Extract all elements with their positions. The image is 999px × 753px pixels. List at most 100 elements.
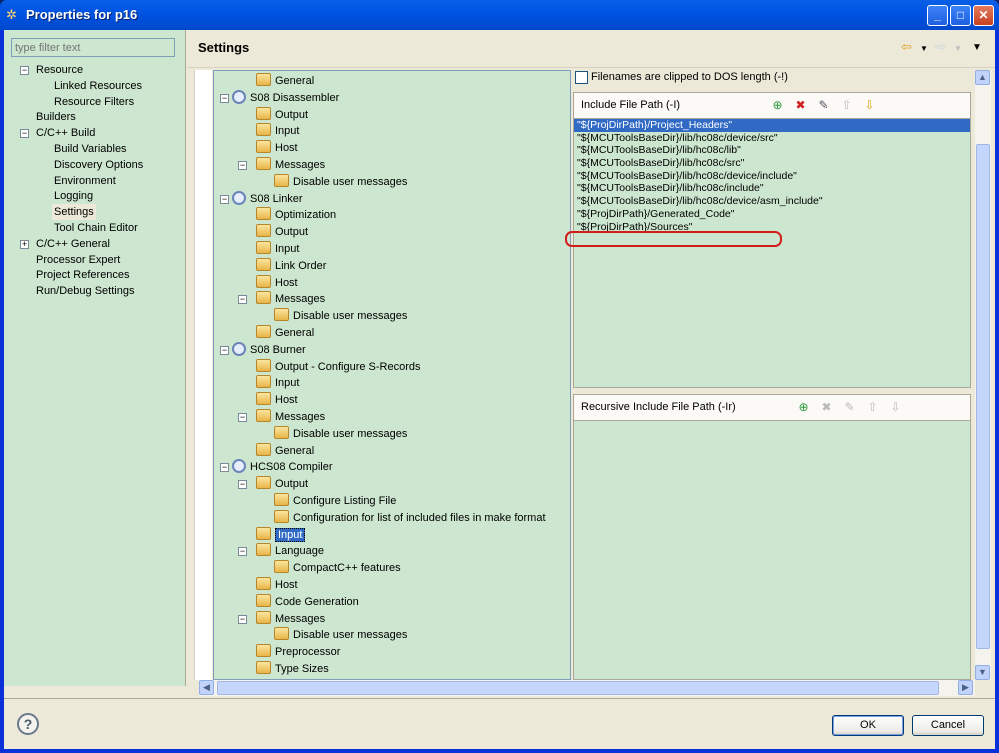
expander-icon[interactable]: − bbox=[238, 295, 247, 305]
tool-tree-item[interactable]: Configure Listing File bbox=[274, 493, 396, 509]
tree-item[interactable]: Environment bbox=[52, 173, 118, 189]
expander-icon[interactable]: − bbox=[238, 614, 247, 624]
tool-tree-item[interactable]: Disable user messages bbox=[274, 173, 407, 190]
move-down-icon[interactable]: ⇩ bbox=[888, 400, 903, 415]
tool-tree-item[interactable]: Language bbox=[256, 543, 324, 559]
tree-item[interactable]: Processor Expert bbox=[34, 252, 122, 268]
back-menu-icon[interactable]: ▼ bbox=[920, 44, 928, 53]
move-down-icon[interactable]: ⇩ bbox=[862, 98, 877, 113]
tool-tree-item[interactable]: Input bbox=[256, 375, 299, 391]
tool-tree-item[interactable]: Messages bbox=[256, 610, 325, 627]
move-up-icon[interactable]: ⇧ bbox=[839, 98, 854, 113]
include-path-list[interactable]: "${ProjDirPath}/Project_Headers" "${MCUTo… bbox=[565, 119, 970, 387]
tool-tree-item[interactable]: Code Generation bbox=[256, 593, 359, 610]
forward-icon[interactable]: ⇨ bbox=[935, 39, 946, 55]
maximize-button[interactable]: □ bbox=[950, 5, 971, 26]
recursive-include-list[interactable] bbox=[574, 421, 970, 679]
tree-item[interactable]: Build Variables bbox=[52, 141, 129, 157]
expander-icon[interactable]: − bbox=[238, 480, 247, 490]
tool-tree-item[interactable]: S08 Burner bbox=[232, 341, 306, 358]
expander-icon[interactable]: − bbox=[20, 129, 29, 139]
tool-tree-item[interactable]: Output bbox=[256, 106, 308, 123]
expander-icon[interactable]: − bbox=[220, 194, 229, 204]
tool-tree-item[interactable]: Host bbox=[256, 140, 298, 156]
tree-item[interactable]: C/C++ General bbox=[34, 236, 112, 252]
tool-tree-item[interactable]: CompactC++ features bbox=[274, 560, 401, 576]
tree-item[interactable]: Logging bbox=[52, 188, 95, 204]
tool-tree-item[interactable]: S08 Linker bbox=[232, 190, 303, 207]
scroll-right-icon[interactable]: ▶ bbox=[958, 680, 973, 695]
delete-icon[interactable]: ✖ bbox=[793, 98, 808, 113]
view-menu-icon[interactable]: ▼ bbox=[972, 42, 982, 53]
expander-icon[interactable]: − bbox=[238, 161, 247, 170]
vertical-scroll-thumb[interactable] bbox=[976, 144, 990, 649]
include-path-item[interactable]: "${MCUToolsBaseDir}/lib/hc08c/device/src… bbox=[574, 132, 970, 145]
tree-item[interactable]: Resource bbox=[34, 62, 85, 78]
expander-icon[interactable]: − bbox=[220, 345, 229, 355]
include-path-item[interactable]: "${MCUToolsBaseDir}/lib/hc08c/src" bbox=[574, 157, 970, 170]
tool-tree-item[interactable]: Messages bbox=[256, 157, 325, 173]
tool-tree-item[interactable]: Input bbox=[256, 123, 299, 139]
tool-tree-item[interactable]: Disable user messages bbox=[274, 627, 407, 643]
dos-length-checkbox[interactable] bbox=[575, 71, 588, 84]
delete-icon[interactable]: ✖ bbox=[819, 400, 834, 415]
tool-tree-item[interactable]: Preprocessor bbox=[256, 644, 340, 660]
tool-tree-item[interactable]: Input bbox=[256, 526, 306, 543]
expander-icon[interactable]: − bbox=[220, 463, 229, 473]
include-path-item[interactable]: "${ProjDirPath}/Project_Headers" bbox=[574, 119, 970, 132]
move-up-icon[interactable]: ⇧ bbox=[865, 400, 880, 415]
expander-icon[interactable]: − bbox=[220, 93, 229, 103]
horizontal-scrollbar[interactable]: ◀ ▶ bbox=[199, 680, 975, 696]
tree-item[interactable]: Resource Filters bbox=[52, 94, 136, 110]
tool-tree-item[interactable]: Messages bbox=[256, 291, 325, 307]
tree-item[interactable]: Settings bbox=[52, 204, 96, 221]
expander-icon[interactable]: − bbox=[238, 547, 247, 557]
scroll-up-icon[interactable]: ▲ bbox=[975, 70, 990, 85]
expander-icon[interactable]: − bbox=[20, 66, 29, 75]
tool-tree-item[interactable]: Host bbox=[256, 577, 298, 593]
ok-button[interactable]: OK bbox=[832, 715, 904, 736]
include-path-item[interactable]: "${MCUToolsBaseDir}/lib/hc08c/device/asm… bbox=[574, 195, 970, 208]
tool-tree-item[interactable]: Output - Configure S-Records bbox=[256, 358, 421, 375]
tree-item[interactable]: C/C++ Build bbox=[34, 125, 97, 141]
tree-item[interactable]: Run/Debug Settings bbox=[34, 283, 136, 299]
minimize-button[interactable]: _ bbox=[927, 5, 948, 26]
back-icon[interactable]: ⇦ bbox=[901, 39, 912, 55]
forward-menu-icon[interactable]: ▼ bbox=[954, 44, 962, 53]
tool-tree-item[interactable]: Disable user messages bbox=[274, 308, 407, 324]
help-icon[interactable]: ? bbox=[17, 713, 39, 735]
tree-item[interactable]: Tool Chain Editor bbox=[52, 220, 140, 236]
tree-item[interactable]: Discovery Options bbox=[52, 157, 145, 173]
scroll-left-icon[interactable]: ◀ bbox=[199, 680, 214, 695]
include-path-item[interactable]: "${MCUToolsBaseDir}/lib/hc08c/device/inc… bbox=[574, 170, 970, 183]
cancel-button[interactable]: Cancel bbox=[912, 715, 984, 736]
tool-tree-item[interactable]: General bbox=[256, 73, 314, 89]
edit-icon[interactable]: ✎ bbox=[816, 98, 831, 113]
expander-icon[interactable]: + bbox=[20, 239, 29, 249]
tool-tree-item[interactable]: Host bbox=[256, 392, 298, 408]
include-path-item[interactable]: "${ProjDirPath}/Generated_Code" bbox=[574, 208, 970, 221]
tool-tree-item[interactable]: General bbox=[256, 442, 314, 459]
include-path-item[interactable]: "${MCUToolsBaseDir}/lib/hc08c/include" bbox=[574, 182, 970, 195]
tree-item[interactable]: Builders bbox=[34, 109, 78, 125]
tool-tree-item[interactable]: Output bbox=[256, 224, 308, 240]
tool-tree-item[interactable]: Optimization bbox=[256, 207, 336, 223]
filter-input[interactable] bbox=[11, 38, 175, 57]
tool-tree-item[interactable]: Configuration for list of included files… bbox=[274, 509, 546, 526]
edit-icon[interactable]: ✎ bbox=[842, 400, 857, 415]
add-icon[interactable]: ⊕ bbox=[770, 98, 785, 113]
expander-icon[interactable]: − bbox=[238, 413, 247, 422]
tree-item[interactable]: Project References bbox=[34, 267, 132, 283]
tool-tree-item[interactable]: Type Sizes bbox=[256, 661, 329, 677]
add-icon[interactable]: ⊕ bbox=[796, 400, 811, 415]
tool-tree-item[interactable]: HCS08 Compiler bbox=[232, 459, 333, 475]
tool-tree-item[interactable]: Host bbox=[256, 274, 298, 291]
scroll-down-icon[interactable]: ▼ bbox=[975, 665, 990, 680]
tool-tree-item[interactable]: Messages bbox=[256, 409, 325, 425]
tool-tree-item[interactable]: Input bbox=[256, 241, 299, 257]
vertical-scrollbar[interactable]: ▲ ▼ bbox=[975, 70, 991, 680]
tool-tree-item[interactable]: General bbox=[256, 325, 314, 341]
close-button[interactable]: ✕ bbox=[973, 5, 994, 26]
include-path-item[interactable]: "${MCUToolsBaseDir}/lib/hc08c/lib" bbox=[574, 144, 970, 157]
tool-tree-item[interactable]: S08 Disassembler bbox=[232, 89, 339, 106]
